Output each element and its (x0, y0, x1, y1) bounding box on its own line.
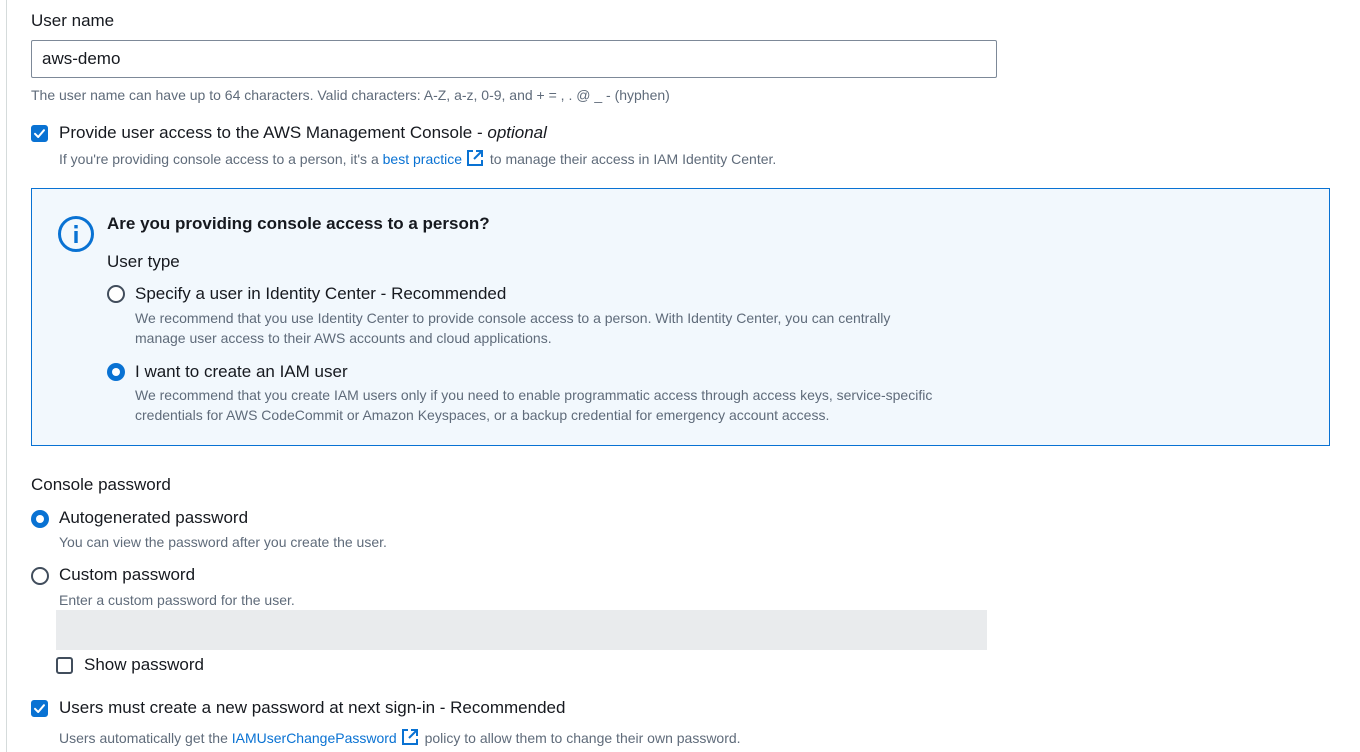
autogenerated-password-radio[interactable] (31, 510, 49, 528)
user-type-identity-center-radio[interactable] (107, 285, 125, 303)
reset-password-description: Users automatically get the IAMUserChang… (59, 728, 741, 749)
checkmark-icon (34, 129, 45, 138)
custom-password-radio[interactable] (31, 567, 49, 585)
user-type-iam-user-desc-1: We recommend that you create IAM users o… (135, 387, 933, 403)
console-access-label-text: Provide user access to the AWS Managemen… (59, 123, 488, 142)
external-link-icon[interactable] (401, 728, 419, 749)
user-type-identity-center-label[interactable]: Specify a user in Identity Center - Reco… (135, 284, 506, 304)
reset-password-checkbox[interactable] (31, 700, 48, 717)
autogenerated-password-desc: You can view the password after you crea… (59, 534, 387, 550)
user-type-iam-user-desc-2: credentials for AWS CodeCommit or Amazon… (135, 407, 830, 423)
custom-password-input[interactable] (56, 610, 987, 650)
iam-user-change-password-link[interactable]: IAMUserChangePassword (232, 730, 397, 746)
user-type-iam-user-radio[interactable] (107, 363, 125, 381)
console-access-label[interactable]: Provide user access to the AWS Managemen… (59, 123, 547, 143)
console-access-info-panel: Are you providing console access to a pe… (31, 188, 1330, 446)
info-circle-icon (57, 215, 95, 258)
console-access-checkbox[interactable] (31, 125, 48, 142)
user-type-identity-center-desc-1: We recommend that you use Identity Cente… (135, 310, 891, 326)
custom-password-label[interactable]: Custom password (59, 565, 195, 585)
user-type-identity-center-desc-2: manage user access to their AWS accounts… (135, 330, 552, 346)
reset-password-desc-suffix: policy to allow them to change their own… (420, 730, 741, 746)
info-panel-title: Are you providing console access to a pe… (107, 214, 490, 233)
show-password-checkbox[interactable] (56, 657, 73, 674)
checkmark-icon (34, 704, 45, 713)
console-access-desc-suffix: to manage their access in IAM Identity C… (486, 151, 777, 167)
best-practice-link[interactable]: best practice (383, 151, 462, 167)
external-link-icon[interactable] (466, 149, 484, 170)
user-type-iam-user-label[interactable]: I want to create an IAM user (135, 362, 348, 382)
show-password-label[interactable]: Show password (84, 655, 204, 675)
user-name-label: User name (31, 11, 115, 30)
user-type-label: User type (107, 252, 180, 271)
autogenerated-password-label[interactable]: Autogenerated password (59, 508, 248, 528)
console-access-optional: optional (487, 123, 547, 142)
user-name-input[interactable] (31, 40, 997, 78)
custom-password-desc: Enter a custom password for the user. (59, 592, 295, 608)
reset-password-desc-prefix: Users automatically get the (59, 730, 232, 746)
reset-password-label[interactable]: Users must create a new password at next… (59, 698, 565, 718)
console-access-description: If you're providing console access to a … (59, 149, 776, 170)
console-access-desc-prefix: If you're providing console access to a … (59, 151, 383, 167)
console-password-label: Console password (31, 475, 171, 494)
user-name-hint: The user name can have up to 64 characte… (31, 87, 670, 103)
